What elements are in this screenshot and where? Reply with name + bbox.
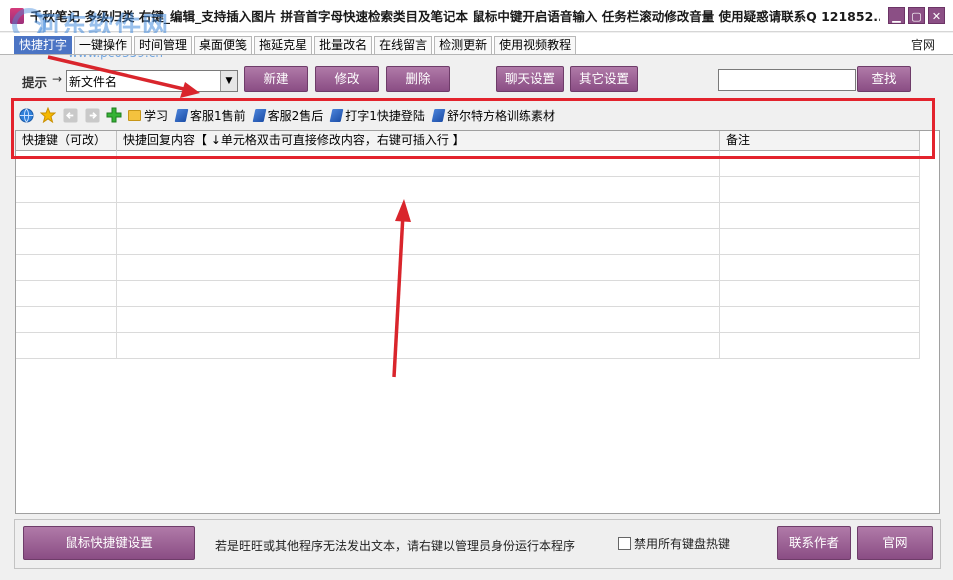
forward-arrow-icon[interactable] <box>84 107 100 123</box>
category-label: 客服2售后 <box>267 108 324 123</box>
grid-rows <box>16 151 920 359</box>
category-item-quick-login[interactable]: 打字1快捷登陆 <box>329 107 425 124</box>
hint-arrow-icon: → <box>52 72 63 86</box>
tab-quick-typing[interactable]: 快捷打字 <box>14 36 73 54</box>
tab-anti-procrastination[interactable]: 拖延克星 <box>254 36 313 54</box>
search-input[interactable] <box>718 69 856 91</box>
contact-author-button[interactable]: 联系作者 <box>777 526 851 560</box>
book-icon <box>174 108 189 122</box>
table-cell[interactable] <box>117 203 720 229</box>
category-item-service-aftersale[interactable]: 客服2售后 <box>252 107 324 124</box>
maximize-button[interactable]: ▢ <box>908 7 925 24</box>
tab-video-tutorial[interactable]: 使用视频教程 <box>494 36 577 54</box>
table-row[interactable] <box>16 151 920 177</box>
table-cell[interactable] <box>720 151 920 177</box>
tab-bar: 快捷打字 一键操作 时间管理 桌面便笺 拖延克星 批量改名 在线留言 检测更新 … <box>0 33 953 55</box>
table-cell[interactable] <box>117 177 720 203</box>
category-label: 舒尔特方格训练素材 <box>446 108 555 123</box>
table-cell[interactable] <box>117 151 720 177</box>
mouse-shortcut-settings-button[interactable]: 鼠标快捷键设置 <box>23 526 195 560</box>
table-cell[interactable] <box>720 177 920 203</box>
minimize-button[interactable]: ▁ <box>888 7 905 24</box>
table-row[interactable] <box>16 307 920 333</box>
book-icon <box>252 108 267 122</box>
quick-reply-grid[interactable]: 快捷键（可改） 快捷回复内容【 ↓单元格双击可直接修改内容，右键可插入行 】 备… <box>15 130 940 514</box>
disable-hotkeys-checkbox[interactable] <box>618 537 631 550</box>
table-row[interactable] <box>16 203 920 229</box>
table-cell[interactable] <box>16 203 117 229</box>
hint-label: 提示 <box>22 75 48 90</box>
category-item-schulte-grid[interactable]: 舒尔特方格训练素材 <box>431 107 555 124</box>
folder-icon <box>128 109 141 121</box>
table-cell[interactable] <box>720 333 920 359</box>
column-header-shortcut[interactable]: 快捷键（可改） <box>16 131 117 151</box>
new-button[interactable]: 新建 <box>244 66 308 92</box>
chat-settings-button[interactable]: 聊天设置 <box>496 66 564 92</box>
table-cell[interactable] <box>16 229 117 255</box>
table-cell[interactable] <box>117 255 720 281</box>
table-row[interactable] <box>16 255 920 281</box>
table-cell[interactable] <box>720 255 920 281</box>
table-cell[interactable] <box>720 229 920 255</box>
table-cell[interactable] <box>16 281 117 307</box>
table-cell[interactable] <box>16 177 117 203</box>
plus-icon[interactable] <box>106 107 122 123</box>
tab-check-update[interactable]: 检测更新 <box>434 36 493 54</box>
official-site-button[interactable]: 官网 <box>857 526 933 560</box>
table-row[interactable] <box>16 281 920 307</box>
category-label: 打字1快捷登陆 <box>345 108 425 123</box>
column-header-reply-content[interactable]: 快捷回复内容【 ↓单元格双击可直接修改内容，右键可插入行 】 <box>117 131 720 151</box>
category-label: 学习 <box>144 108 169 123</box>
table-cell[interactable] <box>16 333 117 359</box>
star-icon[interactable] <box>40 107 56 123</box>
table-cell[interactable] <box>16 151 117 177</box>
table-cell[interactable] <box>720 281 920 307</box>
table-row[interactable] <box>16 333 920 359</box>
table-cell[interactable] <box>117 229 720 255</box>
app-icon <box>10 7 24 24</box>
disable-hotkeys-label[interactable]: 禁用所有键盘热键 <box>634 535 730 552</box>
grid-header: 快捷键（可改） 快捷回复内容【 ↓单元格双击可直接修改内容，右键可插入行 】 备… <box>16 131 920 151</box>
table-cell[interactable] <box>117 281 720 307</box>
tab-batch-rename[interactable]: 批量改名 <box>314 36 373 54</box>
tab-online-message[interactable]: 在线留言 <box>374 36 433 54</box>
back-arrow-icon[interactable] <box>62 107 78 123</box>
table-cell[interactable] <box>720 307 920 333</box>
book-icon <box>329 108 344 122</box>
column-header-note[interactable]: 备注 <box>720 131 920 151</box>
category-toolbar: 学习 客服1售前 客服2售后 打字1快捷登陆 舒尔特方格训练素材 <box>18 104 563 126</box>
table-cell[interactable] <box>117 307 720 333</box>
table-row[interactable] <box>16 229 920 255</box>
table-cell[interactable] <box>720 203 920 229</box>
file-name-combobox[interactable]: ▼ <box>66 70 238 92</box>
table-cell[interactable] <box>117 333 720 359</box>
admin-run-note: 若是旺旺或其他程序无法发出文本，请右键以管理员身份运行本程序 <box>215 539 576 553</box>
book-icon <box>431 108 446 122</box>
other-settings-button[interactable]: 其它设置 <box>570 66 638 92</box>
window-title: 千秋笔记 多级归类 右键_编辑_支持插入图片 拼音首字母快速检索类目及笔记本 鼠… <box>30 9 880 24</box>
edit-button[interactable]: 修改 <box>315 66 379 92</box>
globe-icon[interactable] <box>18 107 34 123</box>
category-item-service-presale[interactable]: 客服1售前 <box>174 107 246 124</box>
table-row[interactable] <box>16 177 920 203</box>
category-label: 客服1售前 <box>190 108 246 123</box>
title-bar: 千秋笔记 多级归类 右键_编辑_支持插入图片 拼音首字母快速检索类目及笔记本 鼠… <box>0 0 953 32</box>
file-name-input[interactable] <box>67 71 215 91</box>
official-site-link[interactable]: 官网 <box>911 36 935 53</box>
tabs: 快捷打字 一键操作 时间管理 桌面便笺 拖延克星 批量改名 在线留言 检测更新 … <box>14 36 578 54</box>
bottom-bar: 鼠标快捷键设置 若是旺旺或其他程序无法发出文本，请右键以管理员身份运行本程序 禁… <box>14 519 941 569</box>
tab-one-click[interactable]: 一键操作 <box>74 36 133 54</box>
close-button[interactable]: ✕ <box>928 7 945 24</box>
chevron-down-icon[interactable]: ▼ <box>220 71 237 91</box>
category-item-study[interactable]: 学习 <box>128 107 168 124</box>
table-cell[interactable] <box>16 307 117 333</box>
table-cell[interactable] <box>16 255 117 281</box>
tab-desktop-notes[interactable]: 桌面便笺 <box>194 36 253 54</box>
search-button[interactable]: 查找 <box>857 66 911 92</box>
tab-time-management[interactable]: 时间管理 <box>134 36 193 54</box>
delete-button[interactable]: 删除 <box>386 66 450 92</box>
window-controls: ▁ ▢ ✕ <box>888 7 945 24</box>
control-row: 提示 → ▼ 新建 修改 删除 聊天设置 其它设置 查找 <box>0 62 953 96</box>
